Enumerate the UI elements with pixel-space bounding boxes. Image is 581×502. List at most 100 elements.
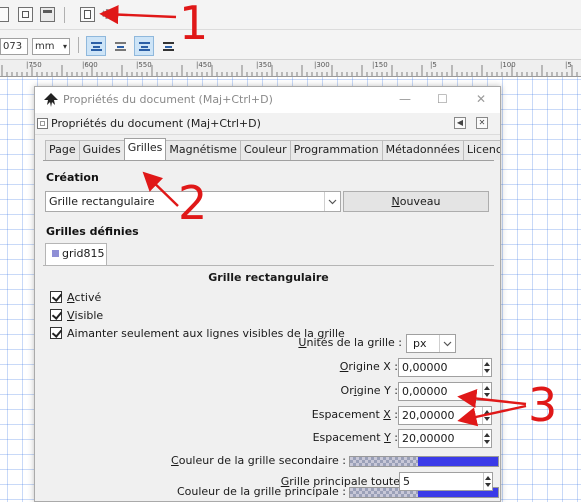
enabled-checkbox[interactable]	[50, 291, 62, 303]
tab-grilles[interactable]: Grilles	[123, 138, 167, 160]
document-properties-dialog: Propriétés du document (Maj+Ctrl+D) — ☐ …	[34, 86, 501, 502]
tab-magnetisme[interactable]: Magnétisme	[165, 140, 241, 160]
spacing-x-label: Espacement X :	[312, 408, 398, 421]
minor-color-mnemonic: C	[171, 454, 179, 467]
new-button-mnemonic: N	[391, 195, 400, 208]
enabled-mnemonic: A	[67, 290, 75, 304]
chevron-down-icon: ▾	[62, 42, 67, 51]
preferences-icon[interactable]	[101, 7, 115, 22]
ruler-label: |5	[430, 61, 437, 69]
ruler-label: |750	[26, 61, 42, 69]
creation-section-title: Création	[46, 171, 99, 184]
tab-page[interactable]: Page	[45, 140, 80, 160]
major-every-input[interactable]: 5	[399, 472, 493, 491]
unit-select[interactable]: mm ▾	[32, 38, 70, 55]
origin-x-value: 0,00000	[402, 361, 448, 374]
main-toolbar	[0, 0, 581, 30]
import-icon[interactable]	[18, 7, 33, 22]
snap-visible-checkbox[interactable]	[50, 327, 62, 339]
minimize-button[interactable]: —	[399, 92, 411, 106]
chevron-down-icon	[439, 335, 455, 352]
tab-bar: Page Guides Grilles Magnétisme Couleur P…	[45, 138, 500, 160]
ruler-label: |300	[314, 61, 330, 69]
tab-guides[interactable]: Guides	[78, 140, 125, 160]
panel-title: Propriétés du document (Maj+Ctrl+D)	[51, 117, 261, 130]
enabled-checkbox-row[interactable]: Activé	[50, 290, 101, 304]
spacing-x-mnemonic: X	[383, 408, 391, 421]
visible-checkbox[interactable]	[50, 309, 62, 321]
spacing-x-text-b: :	[390, 408, 398, 421]
grid-icon	[52, 250, 59, 257]
close-button[interactable]: ✕	[476, 92, 486, 106]
grid-units-select[interactable]: px	[406, 334, 456, 353]
toolbar-separator	[78, 37, 79, 53]
print-icon[interactable]	[0, 7, 9, 22]
panel-close-icon[interactable]: ✕	[476, 117, 488, 129]
minor-color-fill	[418, 457, 498, 466]
maximize-button[interactable]: ☐	[437, 92, 448, 106]
spacing-y-text-a: Espacement	[312, 431, 385, 444]
new-grid-button[interactable]: Nouveau	[343, 191, 489, 212]
grid-tab-label: grid815	[62, 247, 105, 260]
align-bottom-button[interactable]	[134, 36, 154, 56]
inkscape-logo-icon	[44, 93, 58, 107]
align-top-button[interactable]	[86, 36, 106, 56]
grid-settings-title: Grille rectangulaire	[208, 271, 329, 284]
grid-units-label: Unités de la grille :	[298, 336, 402, 349]
spin-arrows-icon[interactable]	[482, 430, 491, 447]
new-button-label: ouveau	[399, 195, 441, 208]
panel-menu-icon[interactable]: ◀	[454, 117, 466, 129]
tab-metadonnees[interactable]: Métadonnées	[381, 140, 464, 160]
major-every-value: 5	[403, 475, 410, 488]
minor-color-swatch[interactable]	[349, 456, 499, 467]
toolbar-separator	[64, 7, 65, 23]
visible-mnemonic: V	[67, 308, 75, 322]
tab-couleur[interactable]: Couleur	[239, 140, 291, 160]
grid-settings-panel: Grille rectangulaire Activé Visible Aima…	[43, 265, 499, 501]
spacing-x-value: 20,00000	[402, 409, 455, 422]
ruler-label: |350	[256, 61, 272, 69]
spin-arrows-icon[interactable]	[482, 383, 491, 400]
ruler-label: |550	[136, 61, 152, 69]
value-field[interactable]: 073	[0, 38, 28, 55]
document-properties-icon[interactable]	[80, 7, 95, 22]
ruler-label: |600	[82, 61, 98, 69]
spacing-y-value: 20,00000	[402, 432, 455, 445]
spin-arrows-icon[interactable]	[483, 473, 492, 490]
align-baseline-button[interactable]	[158, 36, 178, 56]
align-middle-icon	[114, 41, 126, 51]
spacing-x-text-a: Espacement	[311, 408, 384, 421]
annotation-number-2: 2	[178, 176, 208, 230]
transparency-checker	[350, 457, 419, 466]
ruler-label: |450	[196, 61, 212, 69]
origin-y-label: Origine Y :	[341, 384, 398, 397]
tab-programmation[interactable]: Programmation	[289, 140, 383, 160]
origin-x-label: Origine X :	[340, 360, 398, 373]
tab-licence[interactable]: Licence	[462, 140, 500, 160]
document-properties-icon	[37, 118, 48, 129]
dialog-window-title: Propriétés du document (Maj+Ctrl+D)	[63, 93, 273, 106]
annotation-number-1: 1	[179, 0, 209, 50]
minor-color-label: Couleur de la grille secondaire :	[171, 454, 346, 467]
origin-y-input[interactable]: 0,00000	[398, 382, 492, 401]
spacing-y-input[interactable]: 20,00000	[398, 429, 492, 448]
align-baseline-icon	[162, 41, 174, 51]
origin-x-input[interactable]: 0,00000	[398, 358, 492, 377]
annotation-number-3: 3	[528, 378, 558, 432]
spacing-y-label: Espacement Y :	[313, 431, 398, 444]
align-middle-button[interactable]	[110, 36, 130, 56]
visible-checkbox-row[interactable]: Visible	[50, 308, 103, 322]
dialog-titlebar[interactable]: Propriétés du document (Maj+Ctrl+D) — ☐ …	[35, 87, 500, 113]
grilles-tab-content: Création Grille rectangulaire Nouveau Gr…	[43, 160, 499, 501]
grid-tab-grid815[interactable]: grid815	[45, 243, 107, 265]
spin-arrows-icon[interactable]	[482, 407, 491, 424]
grid-units-text: nités de la grille :	[306, 336, 402, 349]
origin-y-text-c: gine Y :	[356, 384, 398, 397]
value-field-text: 073	[3, 41, 23, 52]
spacing-x-input[interactable]: 20,00000	[398, 406, 492, 425]
spin-arrows-icon[interactable]	[482, 359, 491, 376]
spacing-y-text-b: :	[390, 431, 398, 444]
export-icon[interactable]	[40, 7, 55, 22]
minor-color-text: ouleur de la grille secondaire :	[178, 454, 346, 467]
enabled-label: ctivé	[74, 290, 102, 304]
